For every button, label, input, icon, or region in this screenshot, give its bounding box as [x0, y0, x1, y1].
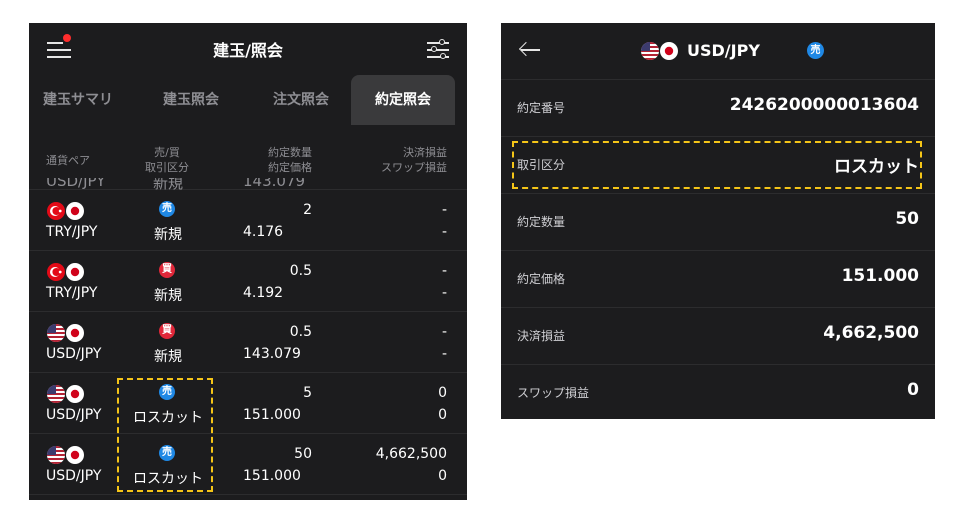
- us-flag-icon: [46, 385, 86, 403]
- trade-kind: 新規: [154, 288, 182, 304]
- trade-price: 151.000: [243, 407, 301, 423]
- us-flag-icon: [46, 446, 86, 464]
- tab-order-inquiry[interactable]: 注文照会: [251, 75, 351, 125]
- detail-row-swap-pnl: スワップ損益 0: [501, 365, 935, 419]
- trade-price: 4.176: [243, 224, 284, 240]
- turkey-flag-icon: [46, 202, 86, 220]
- pair-label: USD/JPY: [46, 346, 102, 362]
- tab-position-summary[interactable]: 建玉サマリ: [29, 75, 127, 125]
- pair-label: TRY/JPY: [46, 224, 98, 240]
- trade-qty: 50: [294, 446, 312, 462]
- trade-kind: 新規: [154, 349, 182, 365]
- column-side: 売/買 取引区分: [139, 145, 195, 175]
- column-pnl-line1: 決済損益: [403, 146, 447, 159]
- detail-value: ロスカット: [834, 157, 919, 177]
- column-pnl: 決済損益 スワップ損益: [381, 145, 447, 175]
- trade-qty: 0.5: [289, 324, 312, 340]
- detail-value: 50: [895, 209, 919, 229]
- trade-pnl: -: [441, 202, 447, 218]
- trade-pnl: 4,662,500: [375, 446, 447, 462]
- trade-qty: 2: [303, 202, 312, 218]
- trade-swap: 0: [438, 468, 447, 484]
- trade-row[interactable]: USD/JPY 買 新規 0.5 143.079 - -: [29, 312, 467, 373]
- column-pnl-line2: スワップ損益: [381, 161, 447, 174]
- sell-badge: 売: [159, 445, 175, 461]
- detail-label: 約定数量: [517, 215, 566, 229]
- tab-execution-inquiry[interactable]: 約定照会: [351, 75, 455, 125]
- detail-header: USD/JPY 売: [501, 23, 935, 80]
- sell-badge: 売: [807, 42, 824, 59]
- detail-row-price: 約定価格 151.000: [501, 251, 935, 308]
- trade-row[interactable]: TRY/JPY 買 新規 0.5 4.192 - -: [29, 251, 467, 312]
- column-qty-line1: 約定数量: [268, 146, 312, 159]
- pair-label: TRY/JPY: [46, 285, 98, 301]
- us-flag-icon: [640, 42, 680, 60]
- detail-value: 0: [907, 380, 919, 400]
- sell-badge: 売: [159, 201, 175, 217]
- column-qty: 約定数量 約定価格: [268, 145, 312, 175]
- buy-badge: 買: [159, 323, 175, 339]
- trade-swap: -: [441, 285, 447, 301]
- detail-title: USD/JPY: [687, 41, 760, 60]
- pair-label: USD/JPY: [46, 468, 102, 484]
- us-flag-icon: [46, 324, 86, 342]
- trade-kind: ロスカット: [133, 410, 203, 426]
- trade-pnl: -: [441, 263, 447, 279]
- trade-price: 151.000: [243, 468, 301, 484]
- column-side-line2: 取引区分: [145, 161, 189, 174]
- trade-swap: -: [441, 224, 447, 240]
- detail-row-execution-number: 約定番号 2426200000013604: [501, 80, 935, 137]
- trade-kind: ロスカット: [133, 471, 203, 487]
- trade-row[interactable]: USD/JPY 売 ロスカット 50 151.000 4,662,500 0: [29, 434, 467, 495]
- trade-kind: 新規: [154, 227, 182, 243]
- detail-row-quantity: 約定数量 50: [501, 194, 935, 251]
- partially-scrolled-row: USD/JPY 新規 143.079: [29, 178, 467, 190]
- pair-label: USD/JPY: [46, 407, 102, 423]
- detail-label: 決済損益: [517, 329, 566, 343]
- detail-label: スワップ損益: [517, 386, 590, 400]
- trade-price: 143.079: [243, 346, 301, 362]
- detail-label: 取引区分: [517, 158, 566, 172]
- partial-pair: USD/JPY: [46, 178, 106, 190]
- left-header: 建玉/照会: [29, 23, 467, 75]
- trade-swap: -: [441, 346, 447, 362]
- detail-row-trade-type: 取引区分 ロスカット: [501, 137, 935, 194]
- trade-history-panel: 建玉/照会 建玉サマリ 建玉照会 注文照会 約定照会 通貨ペア 売/買 取引区分…: [29, 23, 467, 500]
- trade-swap: 0: [438, 407, 447, 423]
- detail-label: 約定番号: [517, 101, 566, 115]
- detail-value: 151.000: [841, 266, 919, 286]
- sell-badge: 売: [159, 384, 175, 400]
- turkey-flag-icon: [46, 263, 86, 281]
- column-side-line1: 売/買: [154, 146, 180, 159]
- trade-row[interactable]: TRY/JPY 売 新規 2 4.176 - -: [29, 190, 467, 251]
- back-arrow-icon[interactable]: [518, 41, 541, 59]
- tab-bar: 建玉サマリ 建玉照会 注文照会 約定照会: [29, 75, 467, 125]
- detail-row-settlement-pnl: 決済損益 4,662,500: [501, 308, 935, 365]
- trade-pnl: 0: [438, 385, 447, 401]
- partial-price: 143.079: [243, 178, 306, 190]
- column-pair: 通貨ペア: [46, 154, 90, 167]
- detail-value: 4,662,500: [823, 323, 919, 343]
- detail-value: 2426200000013604: [729, 95, 919, 115]
- execution-detail-panel: USD/JPY 売 約定番号 2426200000013604 取引区分 ロスカ…: [501, 23, 935, 419]
- column-qty-line2: 約定価格: [268, 161, 312, 174]
- filter-sliders-icon[interactable]: [427, 39, 449, 61]
- trade-row[interactable]: USD/JPY 売 ロスカット 5 151.000 0 0: [29, 373, 467, 434]
- trade-qty: 0.5: [289, 263, 312, 279]
- trade-price: 4.192: [243, 285, 284, 301]
- partial-kind: 新規: [153, 178, 184, 190]
- trade-qty: 5: [303, 385, 312, 401]
- detail-label: 約定価格: [517, 272, 566, 286]
- trade-pnl: -: [441, 324, 447, 340]
- buy-badge: 買: [159, 262, 175, 278]
- page-title: 建玉/照会: [213, 41, 283, 60]
- tab-position-inquiry[interactable]: 建玉照会: [141, 75, 241, 125]
